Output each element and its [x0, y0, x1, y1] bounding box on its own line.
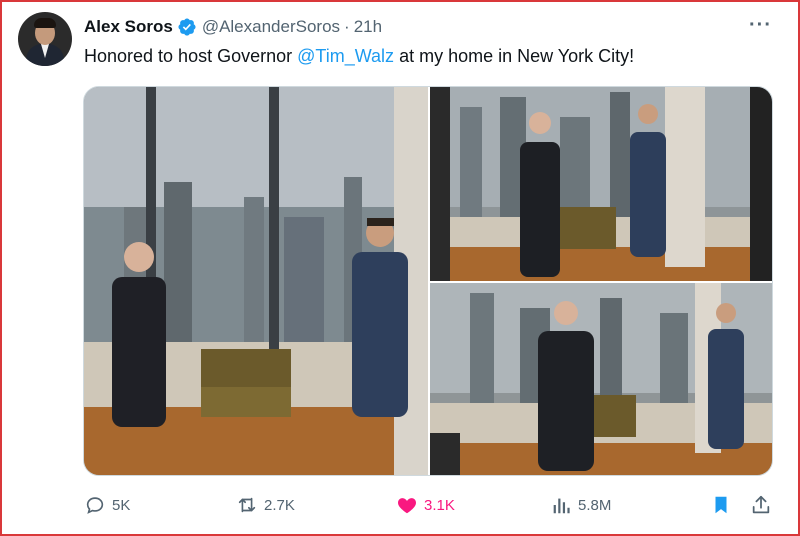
photo-3[interactable]	[430, 283, 772, 475]
heart-filled-icon	[398, 498, 416, 514]
author-name[interactable]: Alex Soros	[84, 17, 173, 37]
tweet-text: Honored to host Governor @Tim_Walz at my…	[84, 46, 634, 67]
bookmark-button[interactable]	[710, 490, 732, 520]
tweet-header: Alex Soros @AlexanderSoros · 21h	[84, 16, 382, 38]
view-count: 5.8M	[578, 496, 612, 514]
more-options-icon[interactable]: ···	[749, 15, 772, 35]
repost-button[interactable]: 2.7K	[236, 490, 295, 520]
media-grid	[83, 86, 773, 476]
views-chart-icon	[553, 498, 570, 514]
avatar[interactable]	[18, 12, 72, 66]
photo-2[interactable]	[430, 87, 772, 281]
reply-button[interactable]: 5K	[84, 490, 130, 520]
author-handle[interactable]: @AlexanderSoros	[202, 17, 340, 37]
tweet-text-start: Honored to host Governor	[84, 46, 298, 66]
action-bar: 5K 2.7K 3.1K 5.8M	[84, 490, 774, 520]
share-upload-icon	[752, 495, 770, 514]
repost-icon	[238, 497, 256, 513]
photo-1[interactable]	[84, 87, 428, 475]
like-count: 3.1K	[424, 496, 455, 514]
mention-link[interactable]: @Tim_Walz	[297, 46, 394, 66]
timestamp[interactable]: 21h	[354, 17, 382, 37]
share-button[interactable]	[750, 490, 772, 520]
verified-badge-icon	[178, 18, 196, 36]
like-button[interactable]: 3.1K	[396, 490, 455, 520]
bookmark-filled-icon	[715, 496, 727, 514]
reply-icon	[86, 497, 104, 514]
repost-count: 2.7K	[264, 496, 295, 514]
tweet-text-end: at my home in New York City!	[394, 46, 635, 66]
views-button[interactable]: 5.8M	[550, 490, 611, 520]
separator: ·	[344, 17, 350, 36]
reply-count: 5K	[112, 496, 131, 514]
